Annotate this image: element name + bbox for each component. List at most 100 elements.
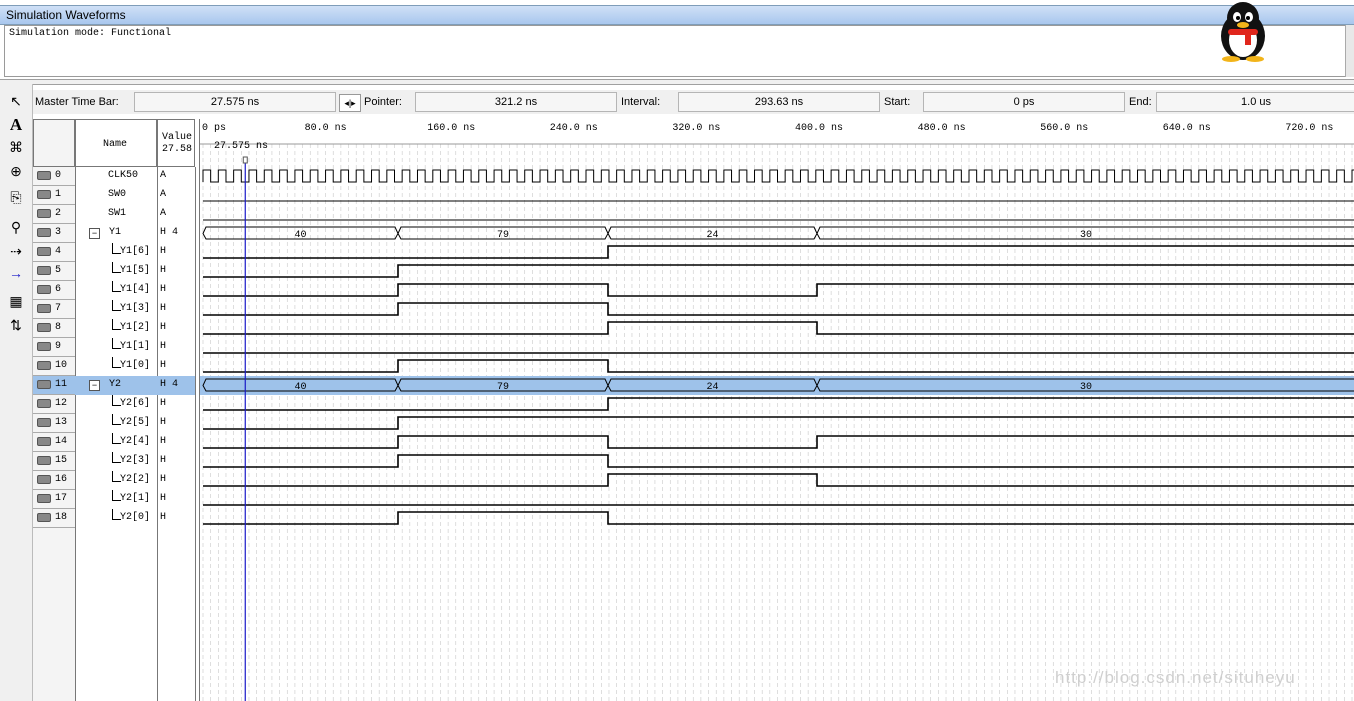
tree-branch — [112, 433, 121, 444]
ruler-tick-label: 160.0 ns — [427, 123, 476, 134]
signal-name-cell[interactable]: Y1[5] — [75, 262, 157, 281]
signal-value: H — [160, 341, 167, 352]
signal-index: 12 — [55, 398, 68, 409]
master-time-stepper[interactable]: ◂|▸ — [339, 94, 361, 112]
signal-name-cell[interactable]: Y1[2] — [75, 319, 157, 338]
master-time-field[interactable]: 27.575 ns — [134, 92, 336, 112]
panel-splitter[interactable] — [0, 79, 1354, 85]
waveform-area[interactable]: 40 79 24 30 40 79 24 30 — [199, 119, 1354, 701]
tree-branch — [112, 395, 121, 406]
signal-name-cell[interactable]: Y1[6] — [75, 243, 157, 262]
signal-value: H 4 — [160, 379, 179, 390]
signal-index: 10 — [55, 360, 68, 371]
sort-icon[interactable]: ⇅ — [5, 316, 27, 334]
signal-index-cell[interactable]: 10 — [33, 357, 75, 376]
text-tool-icon[interactable]: A — [5, 116, 27, 134]
find-next-icon[interactable]: ⇢ — [5, 242, 27, 260]
signal-name-cell[interactable]: SW1 — [75, 205, 157, 224]
signal-index: 15 — [55, 455, 68, 466]
end-field[interactable]: 1.0 us — [1156, 92, 1354, 112]
signal-name-cell[interactable]: − Y2 — [75, 376, 157, 395]
signal-name: Y2[5] — [120, 417, 151, 428]
value-column-header[interactable]: Value 27.58 — [157, 119, 195, 167]
signal-name-cell[interactable]: Y2[6] — [75, 395, 157, 414]
signal-value: H — [160, 398, 167, 409]
signal-value-cell: H — [157, 395, 195, 414]
selection-tool-icon[interactable]: ↖ — [5, 92, 27, 110]
signal-name-cell[interactable]: Y2[3] — [75, 452, 157, 471]
output-pin-icon — [37, 361, 51, 370]
signal-index-cell[interactable]: 5 — [33, 262, 75, 281]
tree-branch — [112, 262, 121, 273]
signal-value-cell: H — [157, 509, 195, 528]
signal-value: H — [160, 474, 167, 485]
signal-index-cell[interactable]: 9 — [33, 338, 75, 357]
arrow-right-icon[interactable]: → — [5, 264, 27, 282]
collapse-toggle-icon[interactable]: − — [89, 228, 100, 239]
tree-branch — [112, 300, 121, 311]
find-icon[interactable]: ⚲ — [5, 218, 27, 236]
signal-name-cell[interactable]: SW0 — [75, 186, 157, 205]
signal-index-cell[interactable]: 2 — [33, 205, 75, 224]
signal-value: H — [160, 322, 167, 333]
signal-index-cell[interactable]: 12 — [33, 395, 75, 414]
signal-value: H 4 — [160, 227, 179, 238]
tree-branch — [112, 509, 121, 520]
name-column-header[interactable]: Name — [75, 119, 157, 167]
signal-index-cell[interactable]: 3 — [33, 224, 75, 243]
signal-name: Y1[1] — [120, 341, 151, 352]
pointer-field[interactable]: 321.2 ns — [415, 92, 617, 112]
waveform-edit-icon[interactable]: ⌘ — [5, 138, 27, 156]
signal-index-cell[interactable]: 17 — [33, 490, 75, 509]
signal-index-cell[interactable]: 4 — [33, 243, 75, 262]
bus-value-label: 40 — [294, 230, 306, 241]
start-field[interactable]: 0 ps — [923, 92, 1125, 112]
simulation-mode-panel: Simulation mode: Functional — [4, 25, 1346, 77]
waveform-canvas[interactable]: 40 79 24 30 40 79 24 30 — [200, 119, 1354, 701]
signal-index-cell[interactable]: 18 — [33, 509, 75, 528]
signal-index-cell[interactable]: 1 — [33, 186, 75, 205]
input-pin-icon — [37, 209, 51, 218]
signal-index-cell[interactable]: 11 — [33, 376, 75, 395]
signal-index: 18 — [55, 512, 68, 523]
signal-index-cell[interactable]: 16 — [33, 471, 75, 490]
zoom-icon[interactable]: ⊕ — [5, 162, 27, 180]
bus-value-label: 40 — [294, 382, 306, 393]
signal-name-cell[interactable]: Y1[4] — [75, 281, 157, 300]
signal-value: H — [160, 417, 167, 428]
index-column-header — [33, 119, 75, 167]
grid-icon[interactable]: ▦ — [5, 292, 27, 310]
bus-value-label: 79 — [497, 382, 509, 393]
signal-name-cell[interactable]: CLK50 — [75, 167, 157, 186]
interval-field[interactable]: 293.63 ns — [678, 92, 880, 112]
signal-name-cell[interactable]: − Y1 — [75, 224, 157, 243]
signal-index-cell[interactable]: 7 — [33, 300, 75, 319]
signal-name: CLK50 — [108, 170, 139, 181]
signal-index-cell[interactable]: 14 — [33, 433, 75, 452]
panel-scrollbar[interactable] — [1345, 25, 1354, 77]
signal-name-cell[interactable]: Y2[0] — [75, 509, 157, 528]
signal-index-cell[interactable]: 6 — [33, 281, 75, 300]
clock-waveform — [202, 169, 1354, 183]
value-header-time: 27.58 — [162, 144, 193, 155]
signal-index: 9 — [55, 341, 62, 352]
signal-name-cell[interactable]: Y1[0] — [75, 357, 157, 376]
signal-name-cell[interactable]: Y2[4] — [75, 433, 157, 452]
signal-value-cell: A — [157, 167, 195, 186]
signal-index-cell[interactable]: 8 — [33, 319, 75, 338]
output-pin-icon — [37, 475, 51, 484]
copy-icon[interactable]: ⎘ — [5, 188, 27, 206]
collapse-toggle-icon[interactable]: − — [89, 380, 100, 391]
signal-name-cell[interactable]: Y2[2] — [75, 471, 157, 490]
signal-name-cell[interactable]: Y1[1] — [75, 338, 157, 357]
signal-index-cell[interactable]: 15 — [33, 452, 75, 471]
signal-index-cell[interactable]: 13 — [33, 414, 75, 433]
penguin-mascot-icon — [1221, 2, 1265, 62]
tree-branch — [112, 452, 121, 463]
signal-index-cell[interactable]: 0 — [33, 167, 75, 186]
signal-waveform — [203, 245, 1354, 259]
signal-name-cell[interactable]: Y2[1] — [75, 490, 157, 509]
signal-index: 0 — [55, 170, 62, 181]
signal-name-cell[interactable]: Y2[5] — [75, 414, 157, 433]
signal-name-cell[interactable]: Y1[3] — [75, 300, 157, 319]
